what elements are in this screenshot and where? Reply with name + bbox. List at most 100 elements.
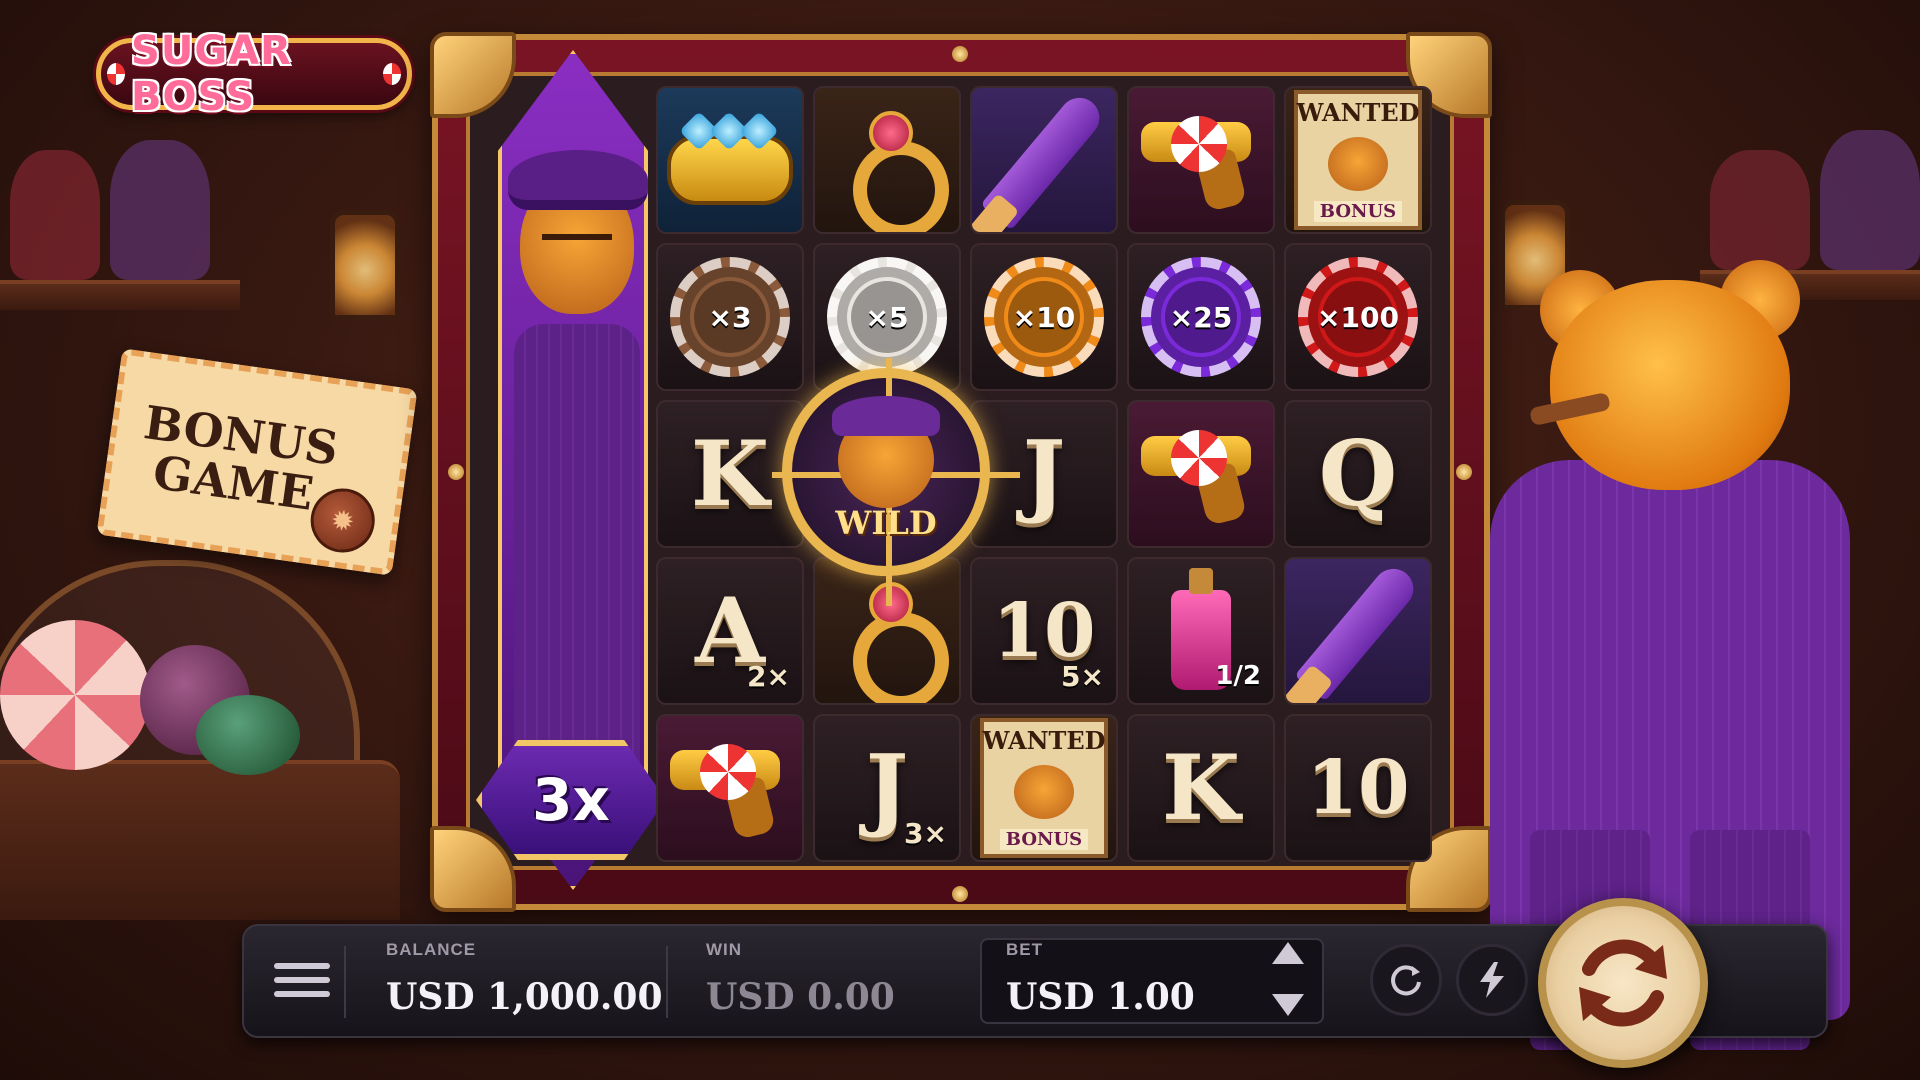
reel-multiplier-value: 3x (532, 766, 610, 834)
game-logo: SUGAR BOSS (96, 28, 412, 120)
wild-label: WILD (835, 504, 937, 542)
candy-gun-icon (1141, 112, 1261, 208)
gem-icon (739, 111, 779, 151)
balance-value: USD 1,000.00 (386, 976, 663, 1018)
symbol-multiplier: 5× (1061, 660, 1104, 693)
card-symbol: 10 (1306, 745, 1410, 831)
card-symbol: J (865, 735, 909, 841)
candy-gun-icon (1141, 426, 1261, 522)
knife-icon (980, 89, 1108, 231)
candy-jar (10, 150, 100, 280)
symbol-cell: 10 (1284, 714, 1432, 862)
multiplier-chip: ×100 (1298, 257, 1418, 377)
pinstripe-suit (514, 324, 640, 764)
symbol-cell: ×3 (656, 243, 804, 391)
win-value: USD 0.00 (706, 976, 895, 1018)
symbol-cell: A 2× (656, 557, 804, 705)
win-label: WIN (706, 940, 743, 959)
multiplier-chip: ×25 (1141, 257, 1261, 377)
hamburger-icon (274, 977, 330, 983)
chip-value: ×25 (1165, 281, 1237, 353)
frame-stud (952, 46, 968, 62)
spin-button[interactable] (1538, 898, 1708, 1068)
frame-stud (448, 464, 464, 480)
symbol-cell: K (1127, 714, 1275, 862)
bet-value: USD 1.00 (1006, 976, 1195, 1018)
symbol-cell: WANTED BONUS (1284, 86, 1432, 234)
symbol-cell (1127, 86, 1275, 234)
logo-text: SUGAR BOSS (131, 28, 292, 120)
symbol-cell: Q (1284, 400, 1432, 548)
swirl-candy (0, 620, 150, 770)
bar-divider (666, 946, 668, 1018)
symbol-cell (656, 714, 804, 862)
candy-jar (110, 140, 210, 280)
bet-label: BET (1006, 940, 1043, 959)
spin-arrows-icon (1579, 939, 1667, 1027)
lightning-icon (1480, 962, 1504, 998)
left-counter (0, 760, 400, 920)
wild-symbol: WILD (772, 358, 1020, 606)
swirl-candy-icon (1171, 430, 1227, 486)
symbol-cell (970, 86, 1118, 234)
bear-face-icon (1328, 137, 1388, 191)
symbol-cell (1284, 557, 1432, 705)
mascot-head (1550, 280, 1790, 490)
frame-stud (952, 886, 968, 902)
multiplier-chip: ×10 (984, 257, 1104, 377)
candy-gun-icon (670, 740, 790, 836)
chip-value: ×10 (1008, 281, 1080, 353)
swirl-candy-icon (700, 744, 756, 800)
fedora-hat-icon (832, 396, 940, 436)
bear-eyes (542, 234, 612, 248)
left-shelf (0, 280, 240, 310)
bear-face-icon (1014, 765, 1074, 819)
swirl-candy-icon (107, 63, 126, 85)
symbol-cell (656, 86, 804, 234)
autoplay-icon (1391, 965, 1421, 996)
symbol-cell: ×100 (1284, 243, 1432, 391)
symbol-cell: 1/2 (1127, 557, 1275, 705)
round-candy (196, 695, 300, 775)
card-symbol: J (1022, 421, 1066, 527)
bet-increase-button[interactable] (1268, 938, 1308, 968)
bar-divider (344, 946, 346, 1018)
bet-decrease-button[interactable] (1268, 990, 1308, 1020)
wall-lamp (330, 210, 400, 320)
symbol-multiplier: 3× (904, 817, 947, 850)
knife-icon (1294, 560, 1422, 702)
card-symbol: K (690, 421, 770, 527)
wanted-poster-icon: WANTED BONUS (980, 718, 1108, 858)
hamburger-icon (274, 991, 330, 997)
menu-button[interactable] (274, 950, 330, 1010)
symbol-cell: J 3× (813, 714, 961, 862)
symbol-cell: WANTED BONUS (970, 714, 1118, 862)
multiplier-chip: ×3 (670, 257, 790, 377)
bottle-value: 1/2 (1215, 661, 1261, 691)
chip-value: ×5 (851, 281, 923, 353)
wanted-title: WANTED (982, 726, 1106, 755)
symbol-cell (813, 86, 961, 234)
swirl-candy-icon (1171, 116, 1227, 172)
card-symbol: Q (1318, 421, 1398, 527)
fedora-hat-icon (508, 150, 648, 210)
bonus-tag: BONUS (999, 829, 1089, 850)
wanted-poster-icon: WANTED BONUS (1294, 90, 1422, 230)
symbol-cell: ×25 (1127, 243, 1275, 391)
hamburger-icon (274, 963, 330, 969)
ring-icon (847, 105, 949, 232)
bonus-tag: BONUS (1313, 201, 1403, 222)
wanted-title: WANTED (1296, 98, 1420, 127)
symbol-cell: ×10 (970, 243, 1118, 391)
balance-label: BALANCE (386, 940, 477, 959)
candy-jar (1820, 130, 1920, 270)
brass-knuckles-icon (667, 111, 793, 205)
symbol-cell (1127, 400, 1275, 548)
card-symbol: K (1161, 735, 1241, 841)
arrow-up-icon (1272, 942, 1304, 964)
autoplay-button[interactable] (1370, 944, 1442, 1016)
chip-value: ×100 (1317, 281, 1399, 353)
turbo-button[interactable] (1456, 944, 1528, 1016)
swirl-candy-icon (382, 63, 401, 85)
arrow-down-icon (1272, 994, 1304, 1016)
